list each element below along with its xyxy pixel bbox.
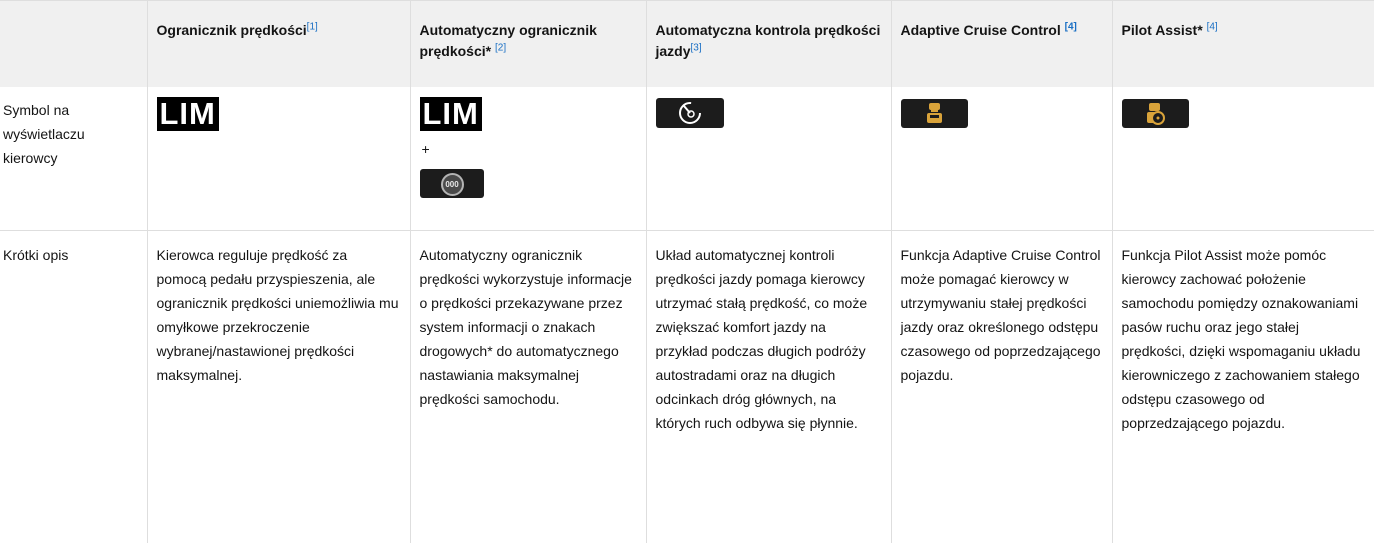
speed-limiter-description: Kierowca reguluje prędkość za pomocą ped… (146, 230, 410, 543)
header-speed-limiter: Ogranicznik prędkości[1] (146, 0, 410, 87)
car-following-icon (900, 98, 968, 128)
header-empty-cell (0, 0, 147, 87)
header-row: Ogranicznik prędkości[1] Automatyczny og… (0, 0, 1374, 87)
plus-sign: + (421, 140, 430, 157)
function-comparison-table: Ogranicznik prędkości[1] Automatyczny og… (0, 0, 1374, 543)
auto-speed-limiter-symbol-cell: LIM + 000 (409, 86, 646, 231)
footnote-link-1[interactable]: [1] (307, 21, 318, 32)
row-label-description: Krótki opis (3, 246, 69, 263)
header-adaptive-cruise-control: Adaptive Cruise Control [4] (890, 0, 1112, 87)
header-pilot-assist: Pilot Assist* [4] (1111, 0, 1374, 87)
footnote-link-3[interactable]: [3] (691, 42, 702, 53)
auto-speed-limiter-description: Automatyczny ogranicznik prędkości wykor… (409, 230, 646, 543)
footnote-link-4b[interactable]: [4] (1207, 21, 1218, 32)
lim-icon: LIM (156, 96, 219, 131)
pilot-assist-description: Funkcja Pilot Assist może pomóc kierowcy… (1111, 230, 1374, 543)
acc-symbol-cell (890, 86, 1112, 231)
steering-wheel-car-icon (1121, 98, 1189, 128)
cruise-control-symbol-cell (645, 86, 891, 231)
badge-000: 000 (440, 172, 464, 196)
pilot-assist-symbol-cell (1111, 86, 1374, 231)
description-row: Krótki opis Kierowca reguluje prędkość z… (0, 230, 1374, 543)
footnote-link-4[interactable]: [4] (1065, 21, 1077, 32)
cruise-control-description: Układ automatycznej kontroli prędkości j… (645, 230, 891, 543)
speedometer-000-icon: 000 (419, 168, 484, 198)
speed-limiter-symbol-cell: LIM (146, 86, 410, 231)
speedometer-icon (655, 97, 724, 128)
header-cruise-control: Automatyczna kontrola prędkości jazdy[3] (645, 0, 891, 87)
row-label-symbol: Symbol na wyświetlaczu kierowcy (0, 86, 147, 231)
symbol-row: Symbol na wyświetlaczu kierowcy LIM LIM … (0, 86, 1374, 231)
header-auto-speed-limiter: Automatyczny ogranicznik prędkości* [2] (409, 0, 646, 87)
footnote-link-2[interactable]: [2] (495, 42, 506, 53)
acc-description: Funkcja Adaptive Cruise Control może pom… (890, 230, 1112, 543)
lim-icon-2: LIM (419, 96, 482, 131)
